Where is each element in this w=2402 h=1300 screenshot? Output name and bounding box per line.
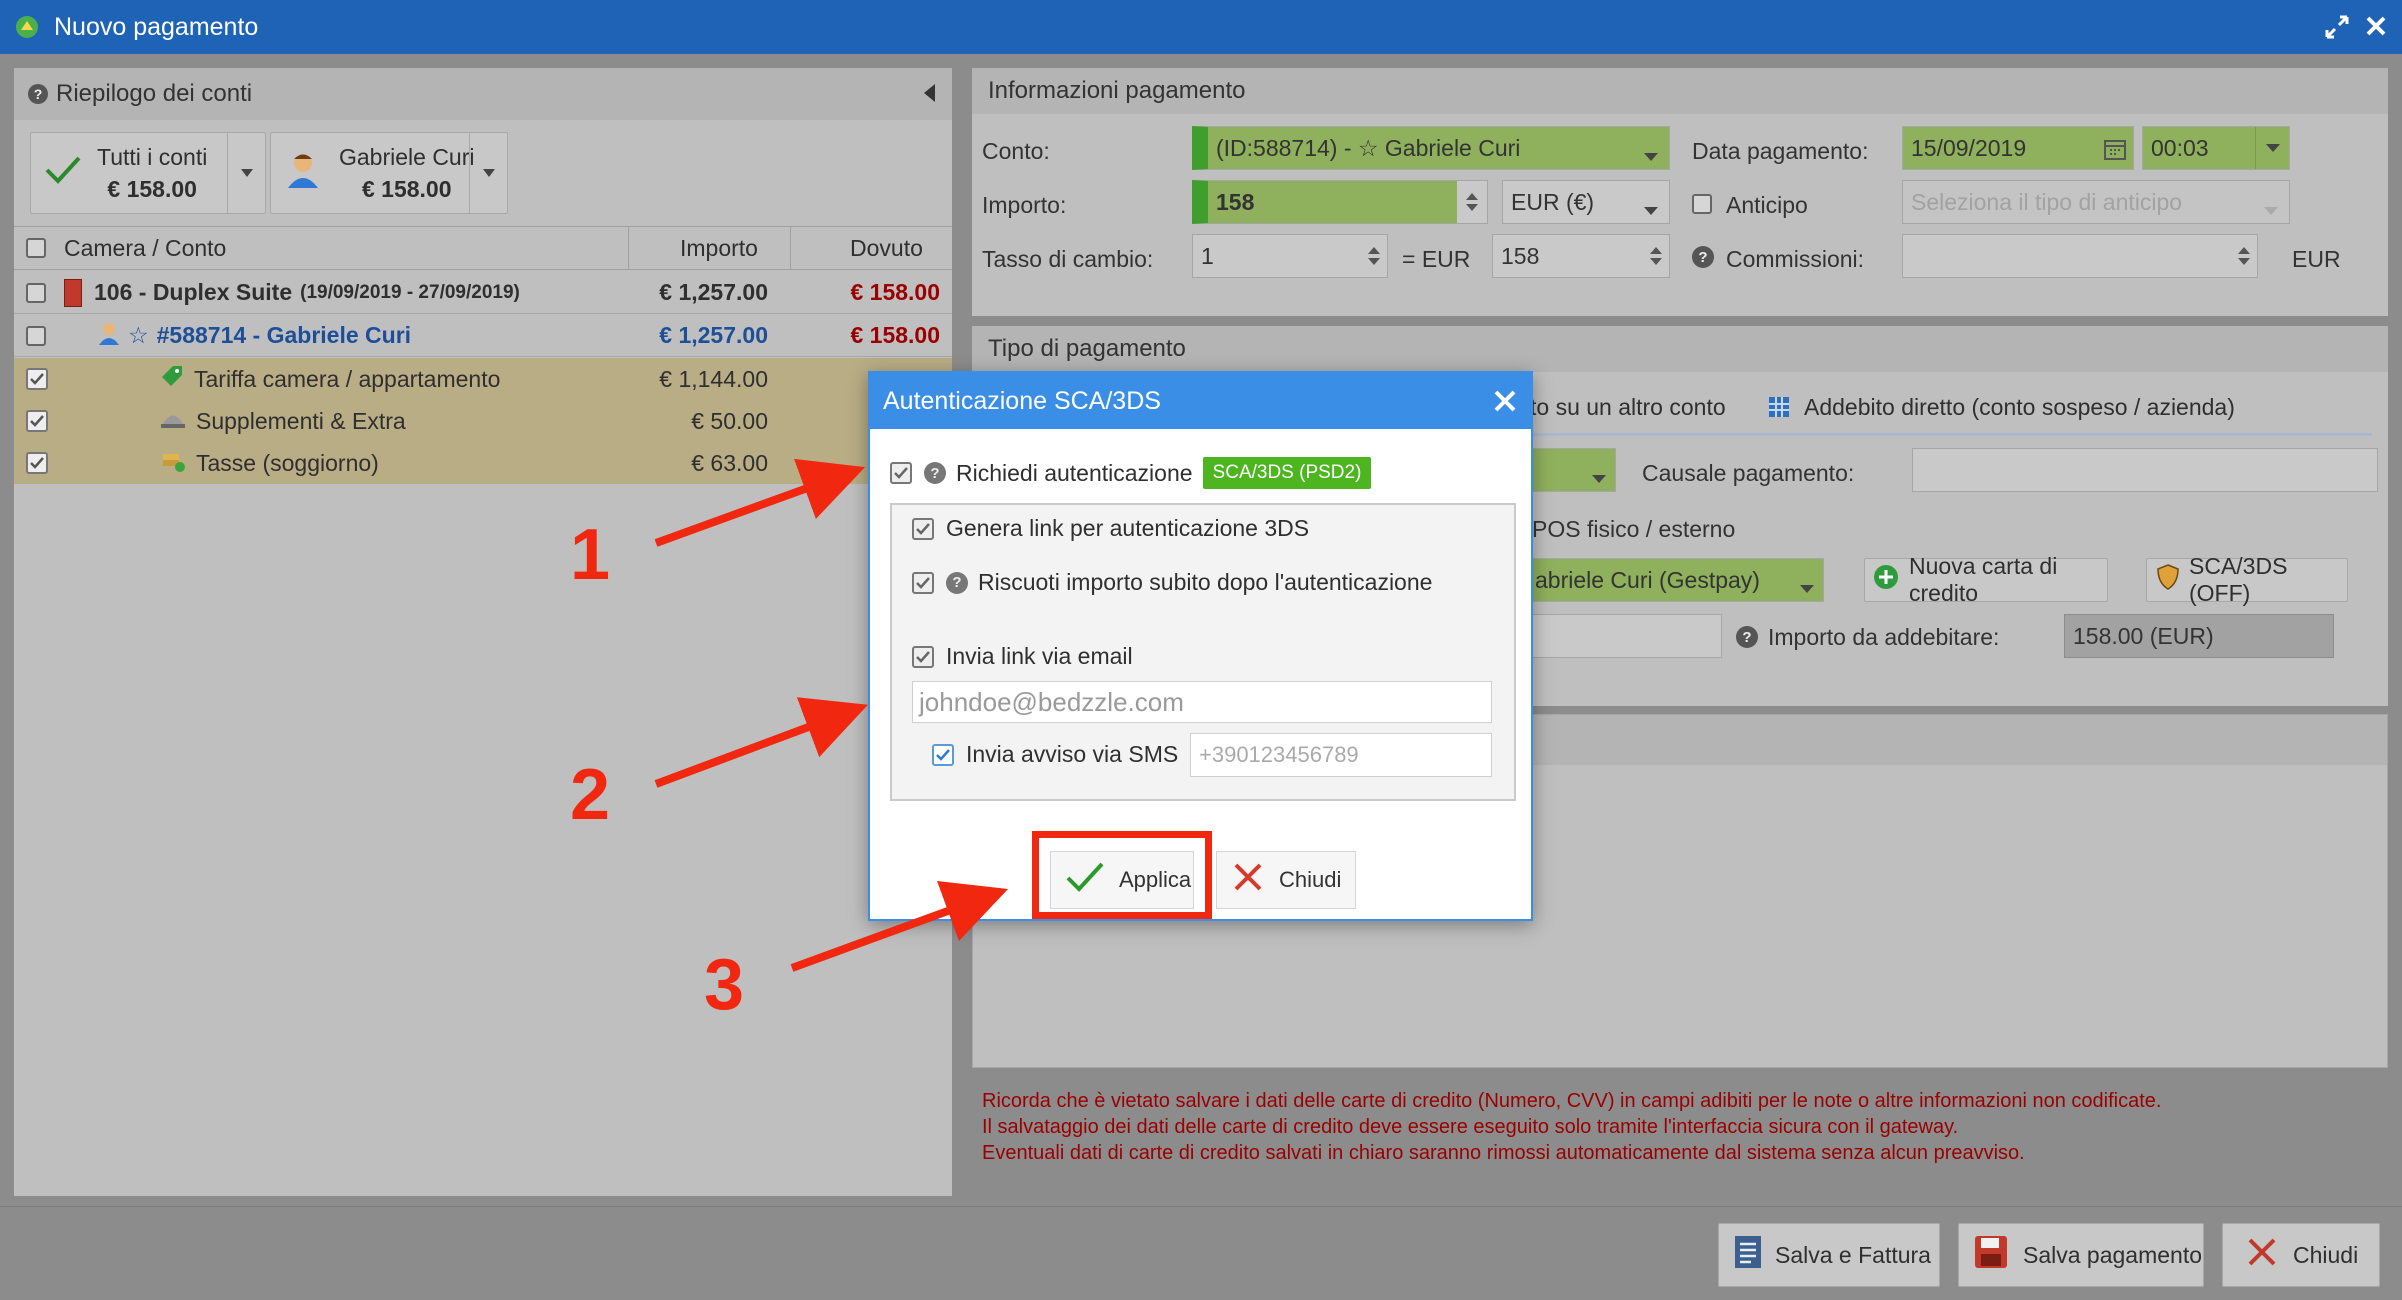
callout-arrow-1 [654,458,866,547]
callout-arrow-3 [790,880,1009,972]
callout-number-1: 1 [570,515,611,595]
callout-arrow-2 [654,697,868,788]
callout-number-2: 2 [570,755,611,835]
callout-number-3: 3 [704,945,745,1025]
callout-arrows [654,458,1009,972]
